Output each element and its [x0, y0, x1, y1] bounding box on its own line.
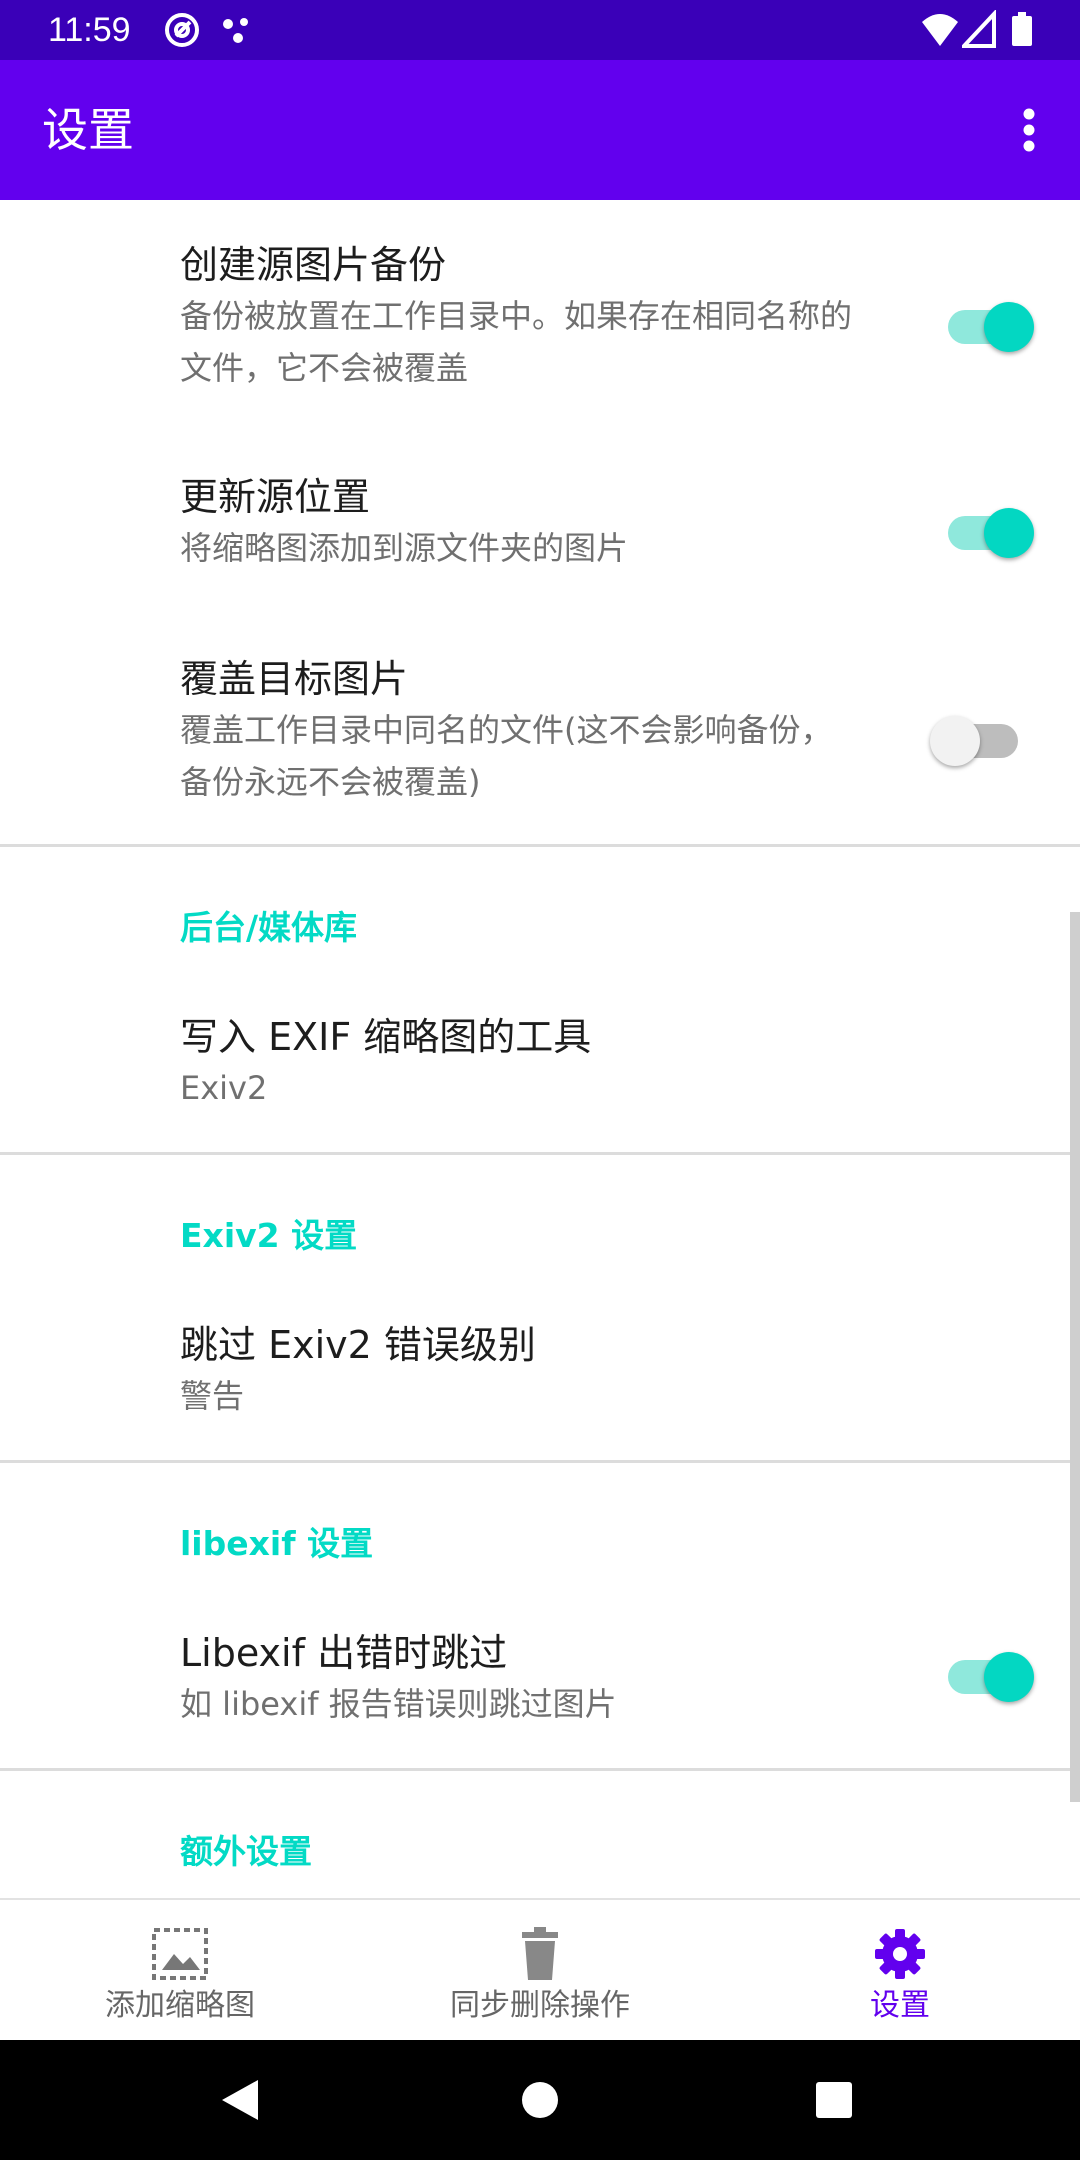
pref-libexif-skip[interactable]: Libexif 出错时跳过 如 libexif 报告错误则跳过图片	[0, 1628, 1080, 1738]
pref-title: 覆盖目标图片	[180, 657, 409, 701]
bottom-navigation: 添加缩略图 同步删除操作 设置	[0, 1898, 1080, 2042]
divider	[0, 1460, 1080, 1463]
divider	[0, 1152, 1080, 1155]
recents-icon[interactable]	[814, 2080, 854, 2120]
pref-summary: 覆盖工作目录中同名的文件(这不会影响备份，备份永远不会被覆盖)	[180, 711, 833, 801]
pref-update-source[interactable]: 更新源位置 将缩略图添加到源文件夹的图片	[0, 472, 1080, 582]
pref-exiv2-skip-level[interactable]: 跳过 Exiv2 错误级别 警告	[0, 1320, 1080, 1430]
switch-thumb	[984, 302, 1034, 352]
settings-list[interactable]: 创建源图片备份 备份被放置在工作目录中。如果存在相同名称的文件，它不会被覆盖 更…	[0, 200, 1080, 1900]
pref-title: 跳过 Exiv2 错误级别	[180, 1323, 536, 1367]
nav-item-settings[interactable]: 设置	[720, 1900, 1080, 2042]
switch-thumb	[930, 716, 980, 766]
nav-label: 同步删除操作	[450, 1988, 630, 2023]
gear-icon	[875, 1929, 925, 1979]
app-bar: 设置	[0, 60, 1080, 200]
pref-title: 更新源位置	[180, 475, 371, 519]
nav-item-add-thumbnail[interactable]: 添加缩略图	[0, 1900, 360, 2042]
create-backup-switch[interactable]	[946, 292, 1034, 356]
page-title: 设置	[42, 103, 134, 157]
category-exiv2: Exiv2 设置	[180, 1216, 358, 1255]
wifi-icon	[922, 14, 958, 46]
pref-title: Libexif 出错时跳过	[180, 1631, 508, 1675]
pref-summary: 备份被放置在工作目录中。如果存在相同名称的文件，它不会被覆盖	[180, 297, 853, 387]
pref-exif-tool[interactable]: 写入 EXIF 缩略图的工具 Exiv2	[0, 1012, 1080, 1122]
category-backend: 后台/媒体库	[180, 908, 358, 947]
switch-thumb	[984, 1652, 1034, 1702]
switch-thumb	[984, 508, 1034, 558]
category-extra: 额外设置	[180, 1832, 312, 1871]
at-sign-icon	[165, 13, 199, 47]
pref-create-backup[interactable]: 创建源图片备份 备份被放置在工作目录中。如果存在相同名称的文件，它不会被覆盖	[0, 240, 1080, 410]
libexif-skip-switch[interactable]	[946, 1642, 1034, 1706]
pref-summary: Exiv2	[180, 1069, 268, 1107]
trash-icon	[522, 1927, 558, 1980]
pref-title: 创建源图片备份	[180, 243, 447, 287]
divider	[0, 1768, 1080, 1771]
status-time: 11:59	[48, 11, 131, 49]
divider	[0, 844, 1080, 847]
pref-summary: 将缩略图添加到源文件夹的图片	[180, 529, 629, 567]
pref-summary: 如 libexif 报告错误则跳过图片	[180, 1685, 617, 1723]
nav-item-sync-delete[interactable]: 同步删除操作	[360, 1900, 720, 2042]
status-bar: 11:59	[0, 0, 1080, 60]
scrollbar[interactable]	[1070, 912, 1080, 1802]
more-vert-icon[interactable]	[1004, 102, 1054, 158]
overwrite-target-switch[interactable]	[930, 706, 1022, 770]
back-icon[interactable]	[218, 2078, 262, 2122]
update-source-switch[interactable]	[946, 498, 1034, 562]
pref-summary: 警告	[180, 1377, 245, 1415]
dots-icon	[223, 18, 248, 43]
pref-overwrite-target[interactable]: 覆盖目标图片 覆盖工作目录中同名的文件(这不会影响备份，备份永远不会被覆盖)	[0, 654, 1080, 824]
nav-label: 设置	[870, 1988, 930, 2023]
nav-label: 添加缩略图	[105, 1988, 255, 2023]
home-icon[interactable]	[520, 2080, 560, 2120]
add-thumbnail-icon	[152, 1928, 208, 1980]
battery-icon	[1012, 12, 1032, 46]
system-navigation-bar	[0, 2040, 1080, 2160]
category-libexif: libexif 设置	[180, 1524, 374, 1563]
signal-icon	[962, 10, 996, 48]
pref-title: 写入 EXIF 缩略图的工具	[180, 1015, 592, 1059]
